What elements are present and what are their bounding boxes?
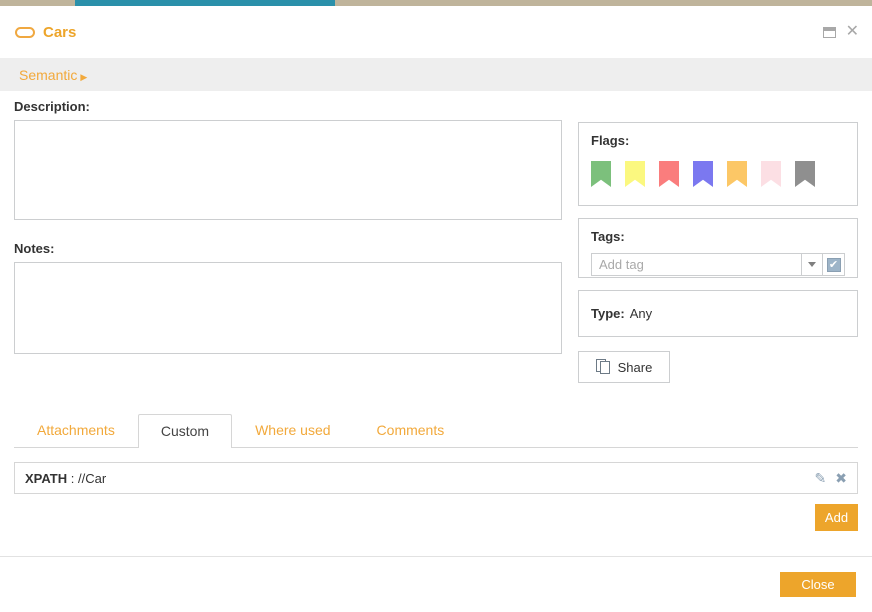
tab-bar: Attachments Custom Where used Comments — [14, 411, 858, 448]
tab-custom[interactable]: Custom — [137, 413, 233, 448]
breadcrumb-item-label: Semantic — [19, 66, 78, 83]
pencil-edit-icon[interactable]: ✎ — [815, 471, 827, 485]
row-actions: ✎ ✖ — [815, 471, 847, 485]
title-group: Cars — [15, 24, 76, 41]
share-button[interactable]: Share — [578, 351, 670, 383]
description-input[interactable] — [14, 120, 562, 220]
flags-label: Flags: — [591, 133, 630, 148]
flags-row — [591, 161, 845, 187]
custom-property-key: XPATH — [25, 470, 68, 486]
flag-green[interactable] — [591, 161, 611, 187]
flag-orange[interactable] — [727, 161, 747, 187]
share-button-label: Share — [617, 359, 653, 375]
tab-comments[interactable]: Comments — [354, 413, 468, 447]
custom-property-value: //Car — [77, 470, 107, 486]
flag-yellow[interactable] — [625, 161, 645, 187]
table-row[interactable]: XPATH : //Car ✎ ✖ — [14, 462, 858, 494]
description-label: Description: — [14, 99, 90, 114]
flags-panel: Flags: — [578, 122, 858, 206]
notes-input[interactable] — [14, 262, 562, 354]
type-value: Any — [629, 306, 653, 321]
checkbox-checked-icon: ✔ — [826, 257, 841, 272]
flag-gray[interactable] — [795, 161, 815, 187]
tags-panel: Tags: ✔ — [578, 218, 858, 278]
left-column: Description: Notes: — [14, 99, 562, 357]
tags-label: Tags: — [591, 229, 625, 244]
window-controls: ✕ — [822, 24, 859, 40]
tag-confirm-button[interactable]: ✔ — [823, 253, 845, 276]
dialog-title-bar: Cars ✕ — [0, 6, 872, 54]
flag-red[interactable] — [659, 161, 679, 187]
footer-divider — [0, 556, 872, 557]
delete-x-icon[interactable]: ✖ — [835, 471, 847, 485]
flag-pink[interactable] — [761, 161, 781, 187]
custom-property-text: XPATH : //Car — [25, 471, 106, 486]
custom-property-separator: : — [67, 470, 78, 486]
breadcrumb: Semantic ▶ — [0, 58, 872, 91]
tag-input[interactable] — [591, 253, 801, 276]
tag-input-row: ✔ — [591, 253, 845, 276]
close-button[interactable]: Close — [780, 572, 856, 597]
chevron-right-icon: ▶ — [80, 71, 88, 82]
type-panel: Type: Any — [578, 290, 858, 337]
type-label: Type: — [591, 306, 625, 321]
breadcrumb-item-semantic[interactable]: Semantic ▶ — [19, 67, 87, 83]
right-column: Flags: Tags: ✔ Type: Any — [578, 122, 858, 383]
close-window-icon[interactable]: ✕ — [846, 24, 859, 40]
tab-where-used[interactable]: Where used — [232, 413, 353, 447]
oval-outline-icon — [15, 27, 35, 38]
restore-window-icon[interactable] — [822, 26, 836, 38]
flag-blue[interactable] — [693, 161, 713, 187]
add-button[interactable]: Add — [815, 504, 858, 531]
tab-attachments[interactable]: Attachments — [14, 413, 138, 447]
notes-label: Notes: — [14, 241, 55, 256]
chevron-down-icon — [808, 262, 816, 267]
tag-dropdown-button[interactable] — [801, 253, 823, 276]
copy-documents-icon — [595, 359, 611, 375]
page-title: Cars — [43, 24, 77, 41]
